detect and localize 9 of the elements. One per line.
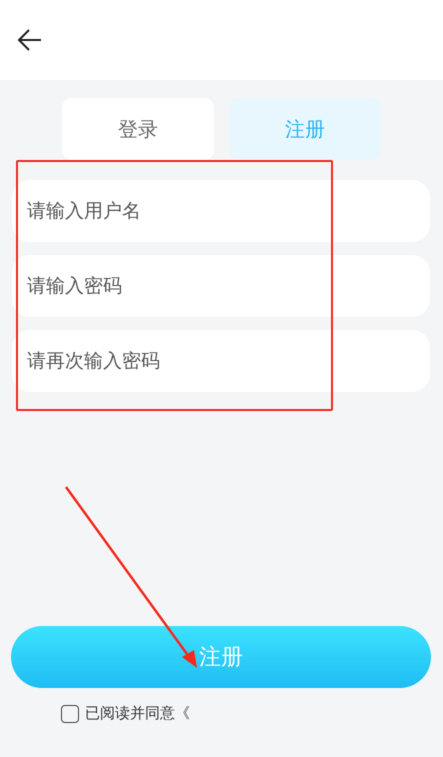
register-button[interactable]: 注册 — [11, 626, 431, 688]
input-field[interactable]: 请输入用户名 — [12, 180, 430, 242]
back-icon[interactable] — [17, 28, 43, 52]
tab[interactable]: 登录 — [62, 98, 214, 160]
input-field[interactable]: 请再次输入密码 — [12, 330, 430, 392]
agreement-text: 已阅读并同意《 — [85, 704, 190, 723]
input-field[interactable]: 请输入密码 — [12, 255, 430, 317]
tab[interactable]: 注册 — [229, 98, 381, 160]
checkbox[interactable] — [61, 704, 79, 722]
